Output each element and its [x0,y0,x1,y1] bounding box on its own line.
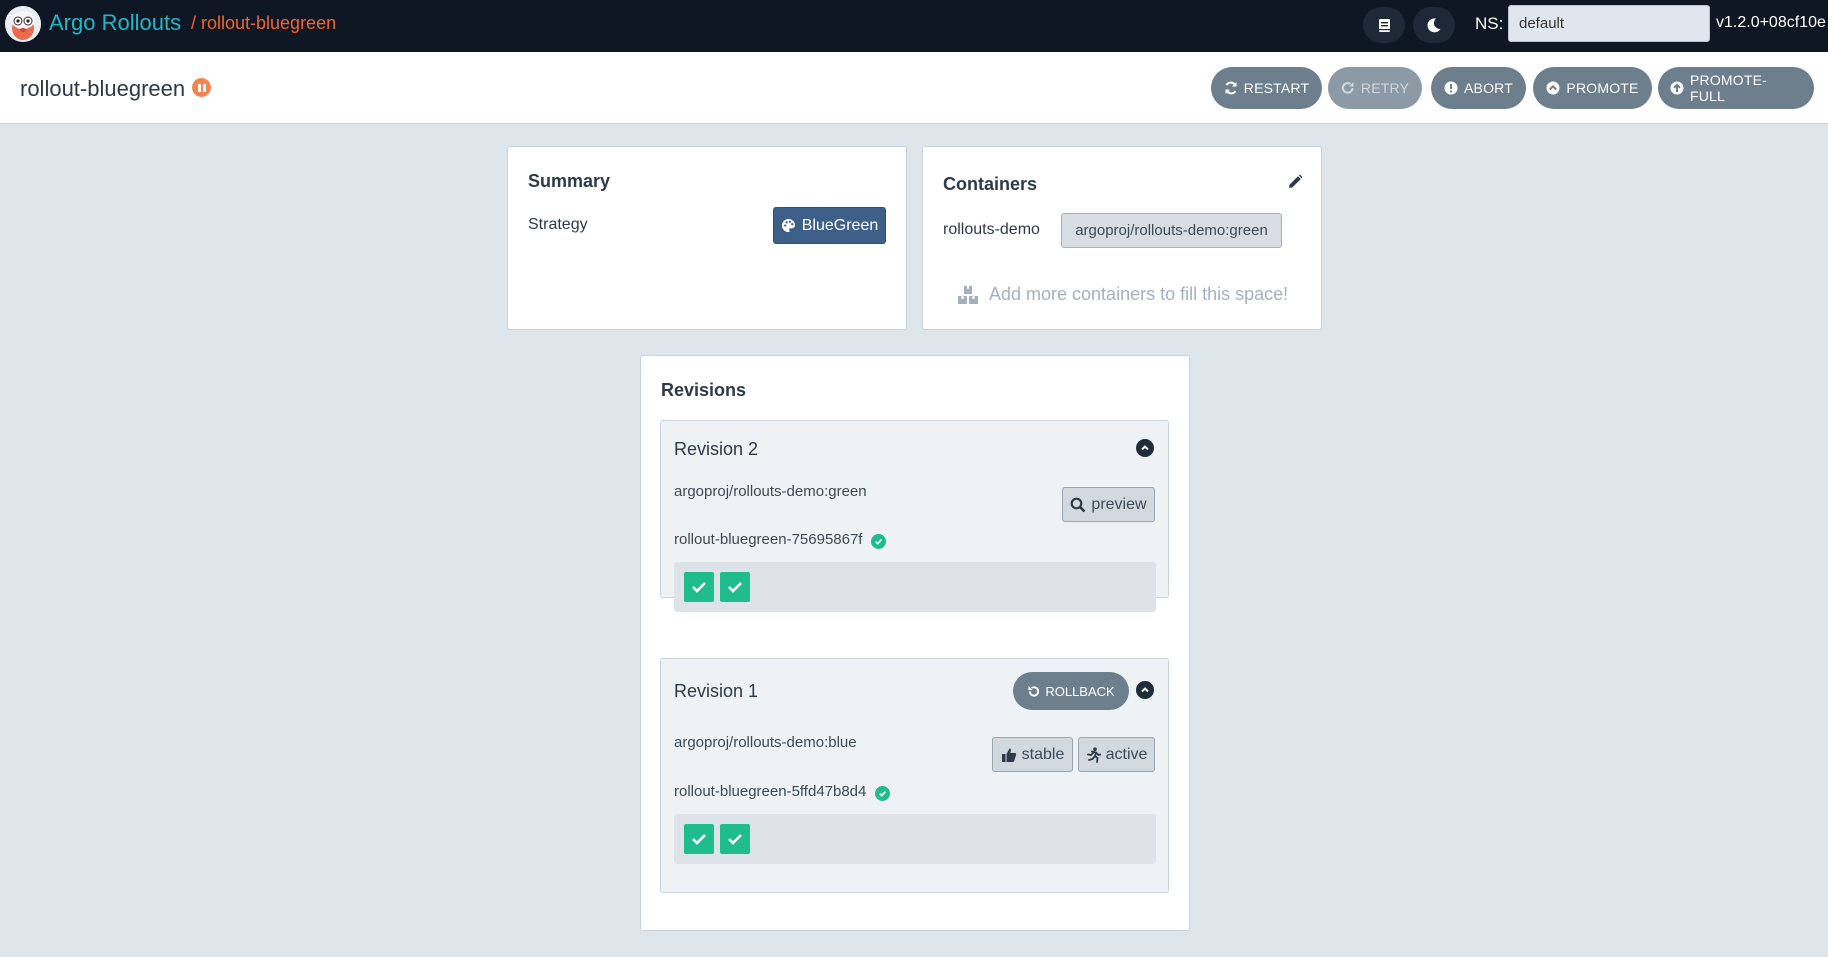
promote-full-button[interactable]: PROMOTE-FULL [1658,67,1814,109]
preview-button[interactable]: preview [1062,487,1155,522]
arrow-circle-up-icon [1670,81,1684,95]
brand-name[interactable]: Argo Rollouts [49,10,181,36]
retry-button[interactable]: RETRY [1328,67,1422,109]
pod-status-icon[interactable] [720,572,750,602]
rollback-button[interactable]: ROLLBACK [1013,672,1129,710]
revisions-title: Revisions [661,380,747,400]
pod-status-icon[interactable] [684,824,714,854]
replicaset-name[interactable]: rollout-bluegreen-5ffd47b8d4 [674,783,866,800]
pods-row [674,562,1156,612]
moon-icon [1427,18,1441,33]
rollout-header: rollout-bluegreen RESTART RETRY ABORT PR… [0,52,1828,124]
replicaset-row: rollout-bluegreen-5ffd47b8d4 [674,783,890,801]
pencil-icon[interactable] [1287,174,1303,195]
docs-button[interactable] [1363,7,1405,43]
active-badge[interactable]: active [1078,737,1155,772]
revision-title: Revision 1 [674,681,759,701]
replicaset-row: rollout-bluegreen-75695867f [674,531,886,549]
chevron-circle-up-icon [1546,81,1560,95]
revision-panel: Revision 1 ROLLBACK argoproj/rollouts-de… [660,658,1169,893]
filler-text: Add more containers to fill this space! [989,284,1289,304]
revision-image: argoproj/rollouts-demo:blue [674,734,857,751]
check-circle-icon [870,534,886,549]
restart-button[interactable]: RESTART [1211,67,1322,109]
stable-label: stable [1021,745,1065,763]
page-title: rollout-bluegreen [20,76,186,101]
strategy-value: BlueGreen [801,216,879,234]
preview-label: preview [1091,495,1147,513]
book-icon [1378,18,1390,32]
theme-toggle-button[interactable] [1413,7,1455,43]
strategy-badge: BlueGreen [773,207,886,244]
search-icon [1071,497,1086,512]
stable-badge[interactable]: stable [992,737,1073,772]
chevron-up-icon[interactable] [1136,439,1154,457]
breadcrumb: / rollout-bluegreen [191,13,337,33]
namespace-input[interactable] [1508,5,1710,42]
rollback-label: ROLLBACK [1045,683,1115,699]
strategy-label: Strategy [528,216,588,233]
palette-icon [781,218,795,233]
restart-label: RESTART [1243,80,1310,96]
containers-card: Containers rollouts-demo argoproj/rollou… [922,146,1322,330]
sync-icon [1225,81,1237,95]
revision-panel: Revision 2 argoproj/rollouts-demo:green … [660,420,1169,612]
boxes-icon [958,285,978,304]
revisions-card: Revisions Revision 2 argoproj/rollouts-d… [640,355,1190,931]
containers-filler: Add more containers to fill this space! [957,284,1288,305]
containers-title: Containers [943,174,1038,194]
undo-icon [1028,685,1040,697]
pod-status-icon[interactable] [684,572,714,602]
pod-status-icon[interactable] [720,824,750,854]
container-image[interactable]: argoproj/rollouts-demo:green [1061,213,1282,248]
exclamation-circle-icon [1444,81,1458,95]
summary-card: Summary Strategy BlueGreen [507,146,907,330]
promote-button[interactable]: PROMOTE [1533,67,1652,109]
replicaset-name[interactable]: rollout-bluegreen-75695867f [674,531,862,548]
summary-title: Summary [528,171,611,191]
check-circle-icon [874,786,890,801]
paused-status-icon [192,78,211,97]
top-nav: Argo Rollouts / rollout-bluegreen NS: v1… [0,0,1828,52]
version-label: v1.2.0+08cf10e [1716,14,1826,31]
promote-full-label: PROMOTE-FULL [1689,72,1768,104]
abort-label: ABORT [1464,80,1513,96]
pods-row [674,814,1156,864]
running-icon [1086,746,1101,763]
abort-button[interactable]: ABORT [1431,67,1526,109]
namespace-label: NS: [1475,14,1504,33]
active-label: active [1105,745,1148,763]
argo-logo[interactable] [5,6,41,42]
retry-label: RETRY [1360,80,1410,96]
revision-image: argoproj/rollouts-demo:green [674,483,867,500]
container-name: rollouts-demo [943,221,1040,238]
thumbs-up-icon [1001,748,1016,762]
chevron-up-icon[interactable] [1136,681,1154,699]
revision-title: Revision 2 [674,439,759,459]
promote-label: PROMOTE [1566,80,1639,96]
redo-icon [1341,82,1354,94]
